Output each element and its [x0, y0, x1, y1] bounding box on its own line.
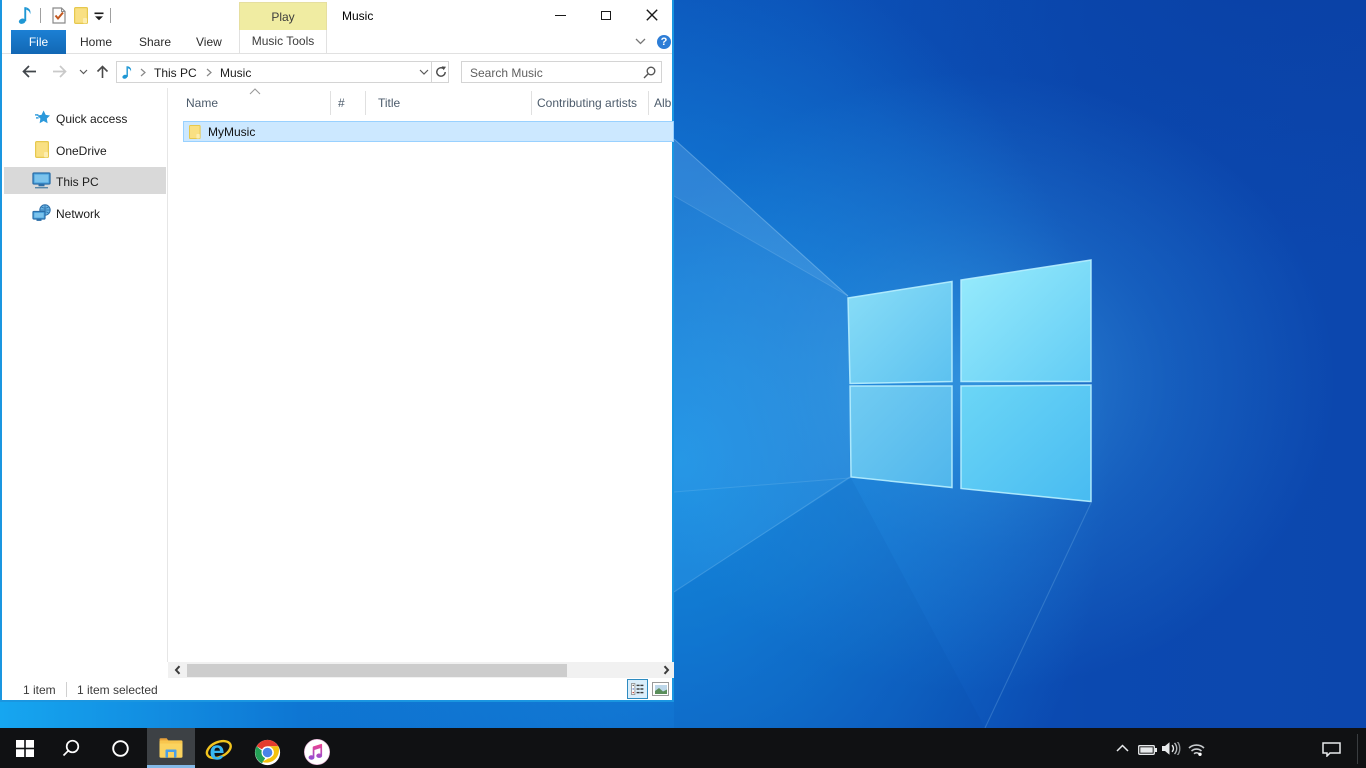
svg-text:e: e [210, 737, 225, 763]
